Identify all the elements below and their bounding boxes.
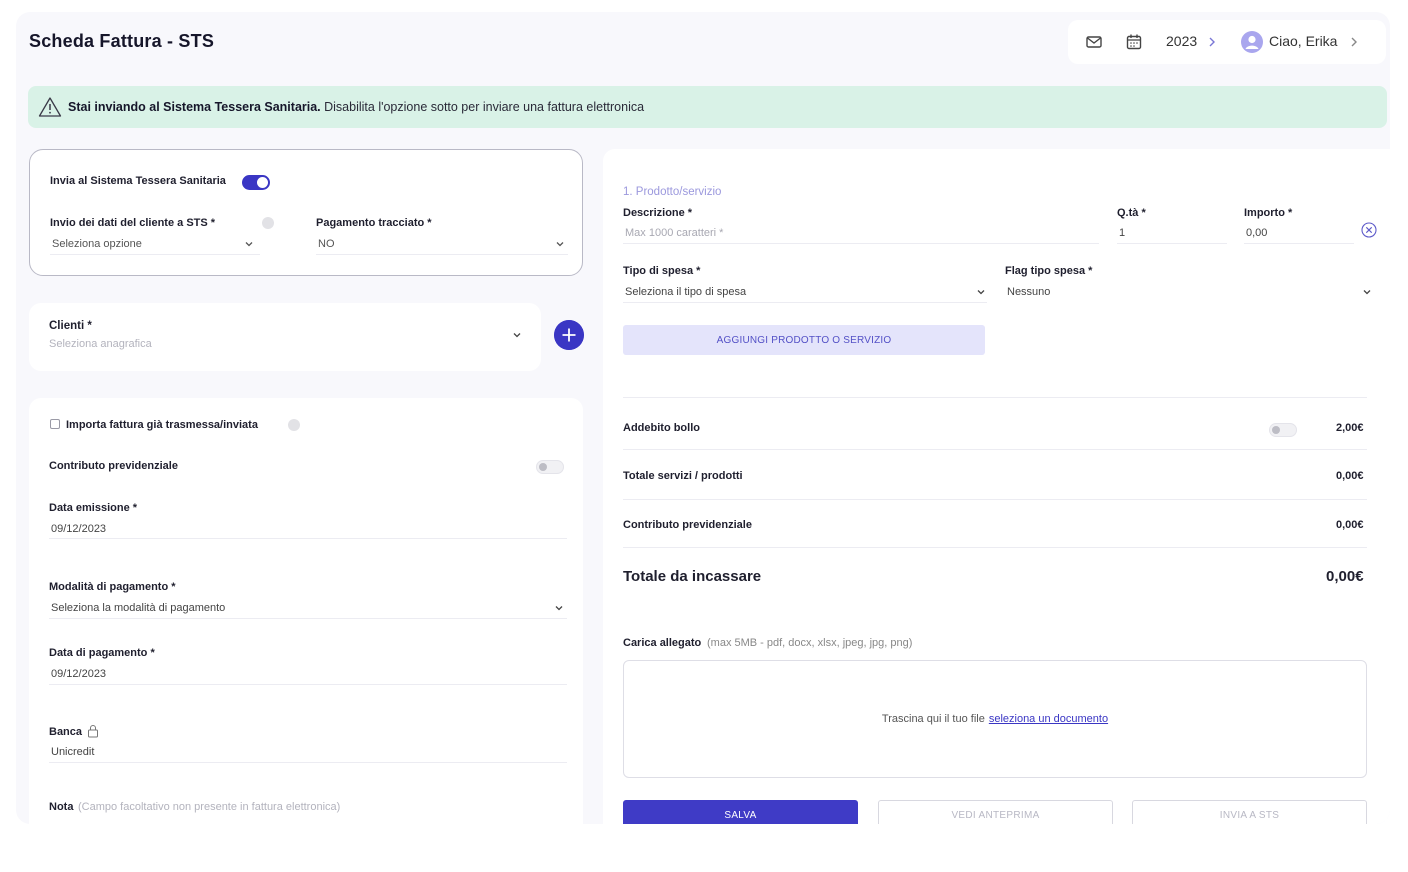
- flag-select[interactable]: Nessuno: [1007, 286, 1050, 298]
- description-input[interactable]: Max 1000 caratteri *: [625, 227, 723, 239]
- tracked-payment-label: Pagamento tracciato *: [316, 217, 432, 229]
- attachment-label: Carica allegato: [623, 637, 702, 649]
- info-icon[interactable]: [288, 419, 300, 431]
- services-total-label: Totale servizi / prodotti: [623, 470, 743, 482]
- payment-method-select[interactable]: Seleziona la modalità di pagamento: [51, 602, 225, 614]
- sts-settings-card: Invia al Sistema Tessera Sanitaria Invio…: [29, 149, 583, 276]
- user-greeting[interactable]: Ciao, Erika: [1269, 33, 1337, 49]
- clients-label: Clienti *: [49, 320, 92, 332]
- chevron-down-icon[interactable]: [1362, 287, 1372, 297]
- clients-card: Clienti * Seleziona anagrafica: [29, 303, 541, 371]
- banner-message: Stai inviando al Sistema Tessera Sanitar…: [68, 100, 644, 114]
- client-data-label: Invio dei dati del cliente a STS *: [50, 217, 216, 229]
- clients-select[interactable]: Seleziona anagrafica: [49, 338, 152, 350]
- import-checkbox[interactable]: [50, 419, 60, 429]
- divider: [316, 254, 568, 255]
- chevron-down-icon[interactable]: [244, 239, 254, 249]
- chevron-down-icon[interactable]: [555, 239, 565, 249]
- year-selector[interactable]: 2023: [1166, 33, 1197, 49]
- description-label: Descrizione *: [623, 207, 693, 219]
- preview-button[interactable]: VEDI ANTEPRIMA: [878, 800, 1113, 824]
- divider: [623, 449, 1367, 450]
- contribution-summary-label: Contributo previdenziale: [623, 519, 752, 531]
- chevron-down-icon[interactable]: [976, 287, 986, 297]
- qty-input[interactable]: 1: [1119, 227, 1125, 239]
- flag-label: Flag tipo spesa *: [1005, 265, 1093, 277]
- info-icon[interactable]: [262, 217, 274, 229]
- avatar[interactable]: [1241, 31, 1263, 53]
- grand-total-label: Totale da incassare: [623, 568, 762, 585]
- lock-icon: [88, 725, 98, 738]
- expense-type-label: Tipo di spesa *: [623, 265, 701, 277]
- stamp-label: Addebito bollo: [623, 422, 700, 434]
- grand-total-value: 0,00€: [1326, 568, 1364, 585]
- client-data-select[interactable]: Seleziona opzione: [52, 238, 142, 250]
- import-label: Importa fattura già trasmessa/inviata: [66, 419, 258, 431]
- payment-date-label: Data di pagamento *: [49, 647, 155, 659]
- add-client-button[interactable]: [554, 320, 584, 350]
- tracked-payment-select[interactable]: NO: [318, 238, 335, 250]
- file-dropzone[interactable]: Trascina qui il tuo file seleziona un do…: [623, 660, 1367, 778]
- send-sts-button[interactable]: INVIA A STS: [1132, 800, 1367, 824]
- divider: [623, 499, 1367, 500]
- amount-label: Importo *: [1244, 207, 1293, 219]
- warning-icon: [38, 97, 62, 117]
- contribution-summary-value: 0,00€: [1336, 519, 1364, 531]
- divider: [49, 684, 567, 685]
- invoice-details-card: Importa fattura già trasmessa/inviata Co…: [29, 398, 583, 824]
- product-section-title: 1. Prodotto/servizio: [623, 186, 722, 198]
- chevron-right-icon[interactable]: [1206, 34, 1218, 50]
- divider: [623, 243, 1099, 244]
- services-total-value: 0,00€: [1336, 470, 1364, 482]
- banner-bold-text: Stai inviando al Sistema Tessera Sanitar…: [68, 100, 321, 114]
- chevron-right-icon[interactable]: [1348, 34, 1360, 50]
- attachment-hint: (max 5MB - pdf, docx, xlsx, jpeg, jpg, p…: [707, 637, 913, 649]
- divider: [50, 254, 260, 255]
- sts-send-toggle[interactable]: [242, 175, 270, 190]
- stamp-toggle[interactable]: [1269, 423, 1297, 437]
- bank-label: Banca: [49, 726, 83, 738]
- payment-method-label: Modalità di pagamento *: [49, 581, 176, 593]
- top-toolbar: 2023 Ciao, Erika: [1068, 20, 1386, 64]
- sts-warning-banner: Stai inviando al Sistema Tessera Sanitar…: [28, 86, 1387, 128]
- chevron-down-icon[interactable]: [512, 330, 522, 340]
- qty-label: Q.tà *: [1117, 207, 1146, 219]
- sts-send-label: Invia al Sistema Tessera Sanitaria: [50, 175, 226, 187]
- stamp-value: 2,00€: [1336, 422, 1364, 434]
- chevron-down-icon[interactable]: [554, 603, 564, 613]
- amount-input[interactable]: 0,00: [1246, 227, 1267, 239]
- divider: [1244, 243, 1354, 244]
- banner-plain-text: Disabilita l'opzione sotto per inviare u…: [320, 100, 645, 114]
- divider: [623, 547, 1367, 548]
- calendar-icon[interactable]: [1124, 32, 1144, 52]
- divider: [49, 618, 567, 619]
- page-title: Scheda Fattura - STS: [29, 31, 215, 51]
- remove-product-icon[interactable]: [1361, 222, 1377, 238]
- select-document-link[interactable]: seleziona un documento: [989, 713, 1108, 725]
- divider: [623, 397, 1367, 398]
- contribution-label: Contributo previdenziale: [49, 460, 178, 472]
- bank-value: Unicredit: [51, 746, 95, 758]
- add-product-button[interactable]: AGGIUNGI PRODOTTO O SERVIZIO: [623, 325, 985, 355]
- issue-date-input[interactable]: 09/12/2023: [51, 523, 106, 535]
- note-label: Nota: [49, 801, 74, 813]
- products-panel: 1. Prodotto/servizio Descrizione * Max 1…: [603, 149, 1390, 824]
- divider: [49, 538, 567, 539]
- contribution-toggle[interactable]: [536, 460, 564, 474]
- expense-type-select[interactable]: Seleziona il tipo di spesa: [625, 286, 746, 298]
- note-hint: (Campo facoltativo non presente in fattu…: [78, 801, 341, 813]
- app-window: Scheda Fattura - STS 2023 Ciao, Erika St…: [16, 12, 1390, 824]
- dropzone-text: Trascina qui il tuo file: [881, 713, 985, 725]
- issue-date-label: Data emissione *: [49, 502, 138, 514]
- divider: [49, 762, 567, 763]
- divider: [1117, 243, 1227, 244]
- mail-icon[interactable]: [1084, 32, 1104, 52]
- payment-date-input[interactable]: 09/12/2023: [51, 668, 106, 680]
- save-button[interactable]: SALVA: [623, 800, 858, 824]
- divider: [623, 302, 987, 303]
